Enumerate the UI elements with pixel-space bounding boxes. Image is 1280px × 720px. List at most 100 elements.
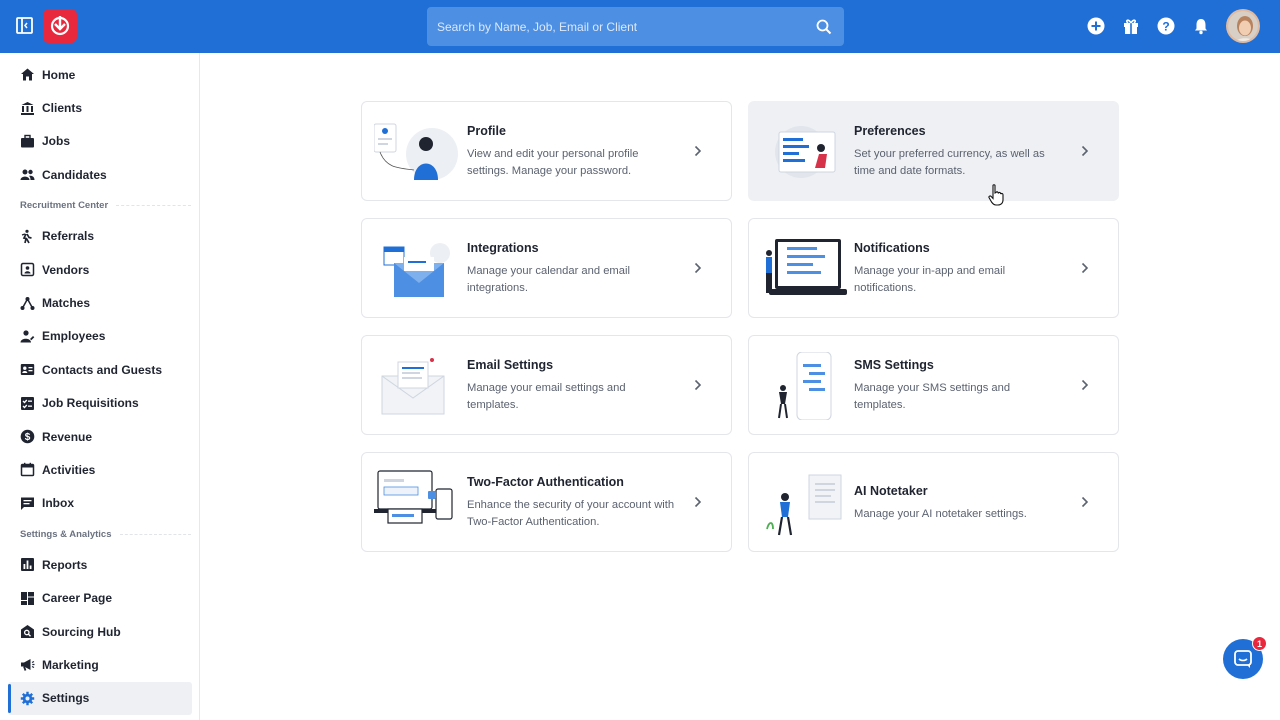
- sidebar-item-label: Marketing: [42, 657, 99, 672]
- sidebar-item-activities[interactable]: Activities: [0, 453, 199, 486]
- sidebar-item-label: Matches: [42, 296, 91, 311]
- calendar-icon: [20, 462, 35, 477]
- inbox-icon: [20, 496, 35, 511]
- sidebar-item-sourcing-hub[interactable]: Sourcing Hub: [0, 615, 199, 648]
- card-title: Notifications: [854, 241, 930, 255]
- card-description: Manage your AI notetaker settings.: [854, 508, 1027, 520]
- card-description: Set your preferred currency, as well as …: [854, 148, 1045, 177]
- sidebar-item-label: Home: [42, 67, 76, 82]
- building-icon: [20, 101, 35, 116]
- sidebar-item-label: Job Requisitions: [42, 396, 139, 411]
- sidebar-item-job-requisitions[interactable]: Job Requisitions: [0, 387, 199, 420]
- chevron-right-icon: [1079, 495, 1091, 509]
- gift-icon[interactable]: [1120, 14, 1142, 38]
- sidebar-item-label: Jobs: [42, 134, 71, 149]
- search-icon[interactable]: [804, 7, 844, 46]
- top-bar: ?: [0, 0, 1280, 53]
- integrations-illustration: [374, 235, 460, 303]
- sidebar-item-contacts-and-guests[interactable]: Contacts and Guests: [0, 353, 199, 386]
- sidebar: Home Clients Jobs Candidates Recruitment…: [0, 53, 200, 720]
- sidebar-item-referrals[interactable]: Referrals: [0, 220, 199, 253]
- card-description: Manage your email settings and templates…: [467, 382, 626, 411]
- bell-icon[interactable]: [1190, 14, 1212, 38]
- sidebar-item-clients[interactable]: Clients: [0, 91, 199, 124]
- sidebar-item-inbox[interactable]: Inbox: [0, 487, 199, 520]
- search-input[interactable]: [427, 7, 804, 46]
- referral-icon: [20, 229, 35, 244]
- gear-icon: [20, 691, 35, 706]
- contacts-icon: [20, 362, 35, 377]
- sourcing-icon: [20, 624, 35, 639]
- career-icon: [20, 591, 35, 606]
- card-title: Preferences: [854, 124, 926, 138]
- card-title: Two-Factor Authentication: [467, 475, 624, 489]
- chevron-right-icon: [1079, 144, 1091, 158]
- preferences-illustration: [761, 118, 847, 186]
- add-icon[interactable]: [1085, 14, 1107, 38]
- sidebar-item-home[interactable]: Home: [0, 58, 199, 91]
- card-integrations[interactable]: Integrations Manage your calendar and ema…: [361, 218, 732, 318]
- sidebar-item-label: Sourcing Hub: [42, 624, 121, 639]
- ai-notetaker-illustration: [761, 469, 847, 537]
- sidebar-item-label: Activities: [42, 462, 96, 477]
- two-factor-illustration: [374, 469, 460, 537]
- chat-button[interactable]: 1: [1223, 636, 1267, 679]
- sms-settings-illustration: [761, 351, 847, 421]
- card-description: Manage your calendar and email integrati…: [467, 265, 630, 294]
- home-icon: [20, 67, 35, 82]
- sidebar-item-employees[interactable]: Employees: [0, 320, 199, 353]
- sidebar-item-label: Clients: [42, 101, 83, 116]
- card-sms-settings[interactable]: SMS Settings Manage your SMS settings and…: [748, 335, 1119, 435]
- search-bar: [427, 7, 844, 46]
- card-title: Integrations: [467, 241, 539, 255]
- chat-unread-badge: 1: [1252, 636, 1267, 651]
- card-preferences[interactable]: Preferences Set your preferred currency, …: [748, 101, 1119, 201]
- megaphone-icon: [20, 657, 35, 672]
- sidebar-item-settings[interactable]: Settings: [8, 681, 192, 716]
- sidebar-item-candidates[interactable]: Candidates: [0, 158, 199, 191]
- card-profile[interactable]: Profile View and edit your personal profi…: [361, 101, 732, 201]
- briefcase-icon: [20, 134, 35, 149]
- people-icon: [20, 167, 35, 182]
- sidebar-item-reports[interactable]: Reports: [0, 548, 199, 581]
- card-ai-notetaker[interactable]: AI Notetaker Manage your AI notetaker set…: [748, 452, 1119, 552]
- sidebar-item-label: Career Page: [42, 591, 113, 606]
- sidebar-item-label: Candidates: [42, 167, 107, 182]
- section-settings-analytics: Settings & Analytics: [0, 520, 199, 548]
- vendor-icon: [20, 262, 35, 277]
- sidebar-toggle-icon[interactable]: [14, 15, 36, 37]
- chevron-right-icon: [692, 144, 704, 158]
- avatar[interactable]: [1226, 9, 1260, 43]
- card-description: Manage your SMS settings and templates.: [854, 382, 1011, 411]
- chevron-right-icon: [1079, 378, 1091, 392]
- card-description: View and edit your personal profile sett…: [467, 148, 639, 177]
- card-description: Manage your in-app and email notificatio…: [854, 265, 1006, 294]
- chevron-right-icon: [692, 378, 704, 392]
- chat-icon: [1234, 650, 1252, 668]
- sidebar-item-matches[interactable]: Matches: [0, 286, 199, 319]
- card-two-factor-authentication[interactable]: Two-Factor Authentication Enhance the sec…: [361, 452, 732, 552]
- sidebar-item-label: Revenue: [42, 429, 93, 444]
- sidebar-item-label: Inbox: [42, 496, 74, 511]
- sidebar-item-label: Settings: [42, 691, 90, 706]
- card-notifications[interactable]: Notifications Manage your in-app and emai…: [748, 218, 1119, 318]
- sidebar-item-vendors[interactable]: Vendors: [0, 253, 199, 286]
- sidebar-item-label: Employees: [42, 329, 106, 344]
- matches-icon: [20, 296, 35, 311]
- sidebar-item-career-page[interactable]: Career Page: [0, 581, 199, 614]
- svg-text:?: ?: [1162, 19, 1169, 33]
- sidebar-item-label: Reports: [42, 557, 88, 572]
- notifications-illustration: [761, 235, 847, 303]
- sidebar-item-marketing[interactable]: Marketing: [0, 648, 199, 681]
- app-logo[interactable]: [43, 9, 77, 43]
- card-title: Profile: [467, 124, 506, 138]
- profile-illustration: [373, 118, 460, 186]
- help-icon[interactable]: ?: [1155, 14, 1177, 38]
- sidebar-item-revenue[interactable]: $ Revenue: [0, 420, 199, 453]
- sidebar-item-label: Vendors: [42, 262, 90, 277]
- card-email-settings[interactable]: Email Settings Manage your email settings…: [361, 335, 732, 435]
- svg-text:$: $: [25, 432, 31, 443]
- card-description: Enhance the security of your account wit…: [467, 499, 675, 528]
- sidebar-item-jobs[interactable]: Jobs: [0, 125, 199, 158]
- dollar-icon: $: [20, 429, 35, 444]
